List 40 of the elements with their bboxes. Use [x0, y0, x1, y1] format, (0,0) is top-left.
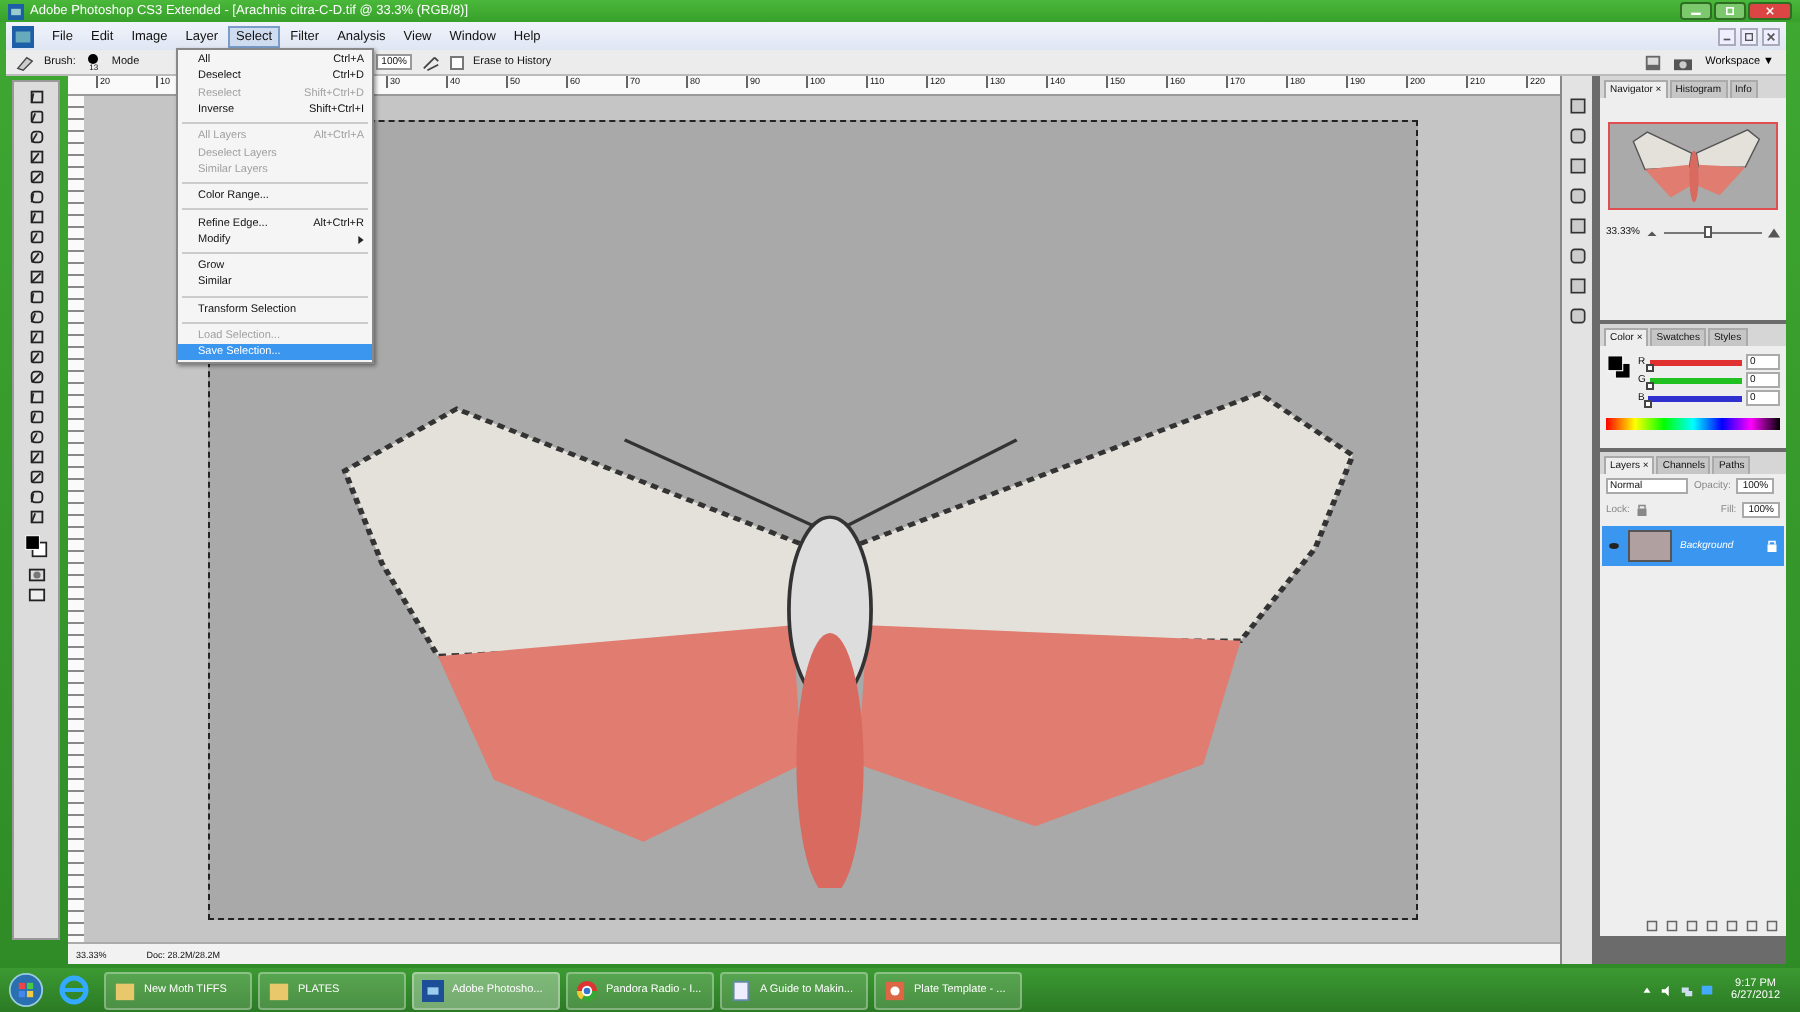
- maximize-button[interactable]: [1714, 2, 1746, 20]
- chrome-icon: [576, 979, 598, 1001]
- color-spectrum[interactable]: [1606, 418, 1780, 430]
- document-icon: [730, 979, 752, 1001]
- slider-thumb[interactable]: [1645, 381, 1654, 389]
- close-icon: [1766, 31, 1776, 41]
- presentation-icon: [884, 979, 906, 1001]
- photoshop-icon[interactable]: [12, 25, 34, 47]
- palette-icon[interactable]: [1641, 53, 1664, 71]
- slider-thumb[interactable]: [1645, 363, 1654, 371]
- speaker-icon[interactable]: [1659, 983, 1674, 997]
- photoshop-icon: [422, 979, 444, 1001]
- start-button[interactable]: [8, 972, 44, 1008]
- slider-thumb[interactable]: [1644, 399, 1653, 407]
- zoom-slider-thumb[interactable]: [1704, 225, 1713, 237]
- restore-button[interactable]: [1740, 27, 1758, 45]
- zoom-in-icon[interactable]: [1768, 227, 1780, 237]
- maximize-icon: [1722, 6, 1738, 16]
- network-icon[interactable]: [1679, 983, 1694, 997]
- zoom-out-icon[interactable]: [1645, 227, 1658, 237]
- restore-icon: [1744, 31, 1754, 41]
- close-icon: [1762, 6, 1778, 16]
- minimize-button[interactable]: [1680, 2, 1712, 20]
- folder-icon: [114, 979, 136, 1001]
- quick-mask-icon[interactable]: [27, 566, 45, 584]
- caret-icon[interactable]: [1639, 983, 1654, 997]
- airbrush-icon[interactable]: [420, 53, 443, 71]
- close-button[interactable]: [1762, 27, 1780, 45]
- color-swatches-icon[interactable]: [1606, 354, 1632, 380]
- checkbox[interactable]: [450, 55, 465, 69]
- folder-icon: [268, 979, 290, 1001]
- lock-icon[interactable]: [1635, 504, 1648, 516]
- screen-mode-icon[interactable]: [27, 586, 45, 604]
- close-button[interactable]: [1748, 2, 1792, 20]
- photoshop-icon: [8, 3, 24, 19]
- color-swatches-icon[interactable]: [24, 534, 48, 558]
- camera-icon[interactable]: [1671, 53, 1694, 71]
- submenu-arrow-icon: [358, 235, 364, 244]
- eye-icon[interactable]: [1608, 542, 1620, 550]
- layer-thumbnail: [1628, 530, 1672, 562]
